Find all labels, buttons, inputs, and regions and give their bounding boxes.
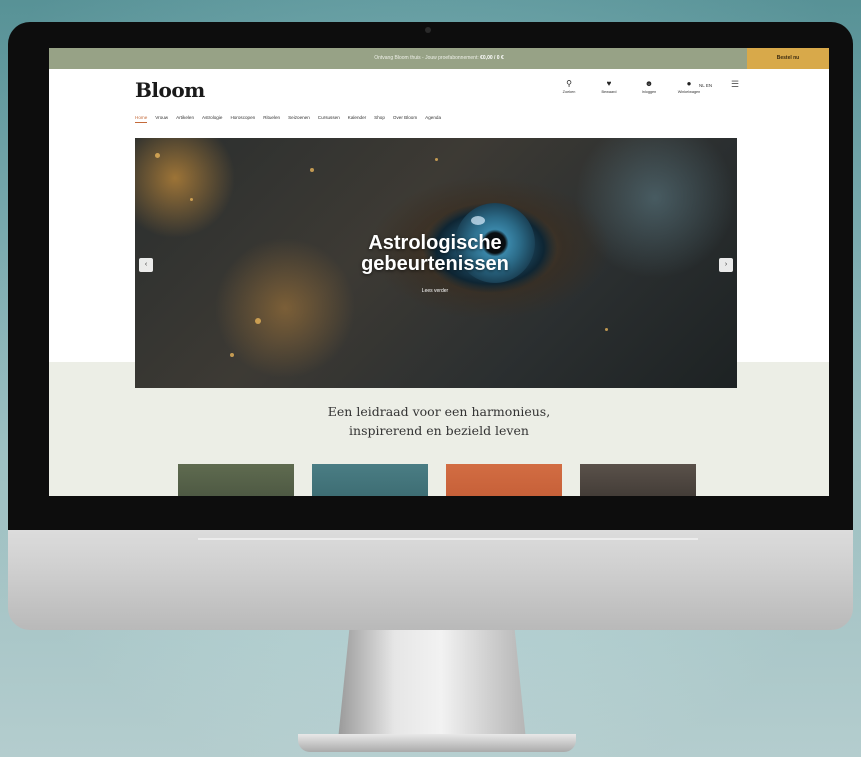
order-now-button[interactable]: Bestel nu — [747, 48, 829, 69]
main-nav: Home Vrouw Artikelen Astrologie Horoscop… — [135, 115, 441, 123]
announcement-bar: Ontvang Bloom thuis - Jouw proefabonneme… — [49, 48, 829, 69]
nav-item-horoscopen[interactable]: Horoscopen — [230, 115, 255, 120]
search-button[interactable]: ⚲ Zoeken — [554, 79, 584, 95]
nav-item-rituelen[interactable]: Rituelen — [263, 115, 280, 120]
nav-item-astrologie[interactable]: Astrologie — [202, 115, 222, 120]
nav-item-artikelen[interactable]: Artikelen — [176, 115, 194, 120]
cart-icon: ● — [686, 79, 692, 88]
search-label: Zoeken — [562, 90, 576, 94]
camera-icon — [425, 27, 431, 33]
chevron-left-icon[interactable]: ‹ — [139, 258, 153, 272]
nav-item-shop[interactable]: Shop — [374, 115, 385, 120]
account-icon: ☻ — [644, 79, 654, 88]
sparkle — [230, 353, 234, 357]
nav-item-home[interactable]: Home — [135, 115, 148, 123]
bookmark-icon: ♥ — [606, 79, 612, 88]
announcement-label: Ontvang Bloom thuis - Jouw proefabonneme… — [374, 55, 479, 61]
feature-card[interactable] — [312, 464, 428, 496]
website-screen: Ontvang Bloom thuis - Jouw proefabonneme… — [49, 48, 829, 496]
monitor-base — [298, 734, 576, 752]
header-actions: ⚲ Zoeken ♥ Bewaard ☻ Inloggen ● Winkelwa… — [554, 79, 704, 95]
tagline-line-1: Een leidraad voor een harmonieus, — [327, 404, 551, 419]
nav-item-over-bloom[interactable]: Over Bloom — [393, 115, 417, 120]
logo[interactable]: Bloom — [135, 78, 205, 102]
bookmark-button[interactable]: ♥ Bewaard — [594, 79, 624, 95]
bookmark-label: Bewaard — [601, 90, 617, 94]
feature-card[interactable] — [446, 464, 562, 496]
feature-card[interactable] — [580, 464, 696, 496]
search-icon: ⚲ — [566, 79, 572, 88]
announcement-link[interactable]: €0,00 / 0 € — [480, 55, 504, 61]
tagline-line-2: inspirerend en bezield leven — [349, 423, 529, 438]
hero-slider[interactable]: Astrologische gebeurtenissen Lees verder… — [135, 138, 737, 388]
site-tagline: Een leidraad voor een harmonieus, inspir… — [49, 402, 829, 440]
sparkle — [255, 318, 261, 324]
feature-cards — [178, 464, 696, 496]
sparkle — [435, 158, 438, 161]
nav-item-kalender[interactable]: Kalender — [348, 115, 366, 120]
monitor-stand — [338, 630, 526, 740]
language-switch[interactable]: NL EN — [699, 83, 712, 88]
nav-item-agenda[interactable]: Agenda — [425, 115, 441, 120]
sparkle — [310, 168, 314, 172]
nav-item-cursussen[interactable]: Cursussen — [318, 115, 340, 120]
chin-highlight — [198, 538, 698, 540]
eye-glint — [471, 216, 485, 225]
account-label: Inloggen — [641, 90, 657, 94]
monitor-chin — [8, 530, 853, 630]
nav-item-seizoenen[interactable]: Seizoenen — [288, 115, 310, 120]
menu-icon[interactable]: ☰ — [731, 79, 739, 90]
sparkle — [155, 153, 160, 158]
feature-card[interactable] — [178, 464, 294, 496]
cart-label: Winkelwagen — [677, 90, 701, 94]
hero-title: Astrologische gebeurtenissen — [361, 232, 509, 275]
hero-read-more-link[interactable]: Lees verder — [385, 288, 485, 294]
chevron-right-icon[interactable]: › — [719, 258, 733, 272]
announcement-text: Ontvang Bloom thuis - Jouw proefabonneme… — [49, 48, 829, 69]
nav-item-vrouw[interactable]: Vrouw — [155, 115, 168, 120]
site-header: Bloom ⚲ Zoeken ♥ Bewaard ☻ Inloggen ● Wi… — [49, 69, 829, 109]
sparkle — [190, 198, 193, 201]
account-button[interactable]: ☻ Inloggen — [634, 79, 664, 95]
sparkle — [605, 328, 608, 331]
